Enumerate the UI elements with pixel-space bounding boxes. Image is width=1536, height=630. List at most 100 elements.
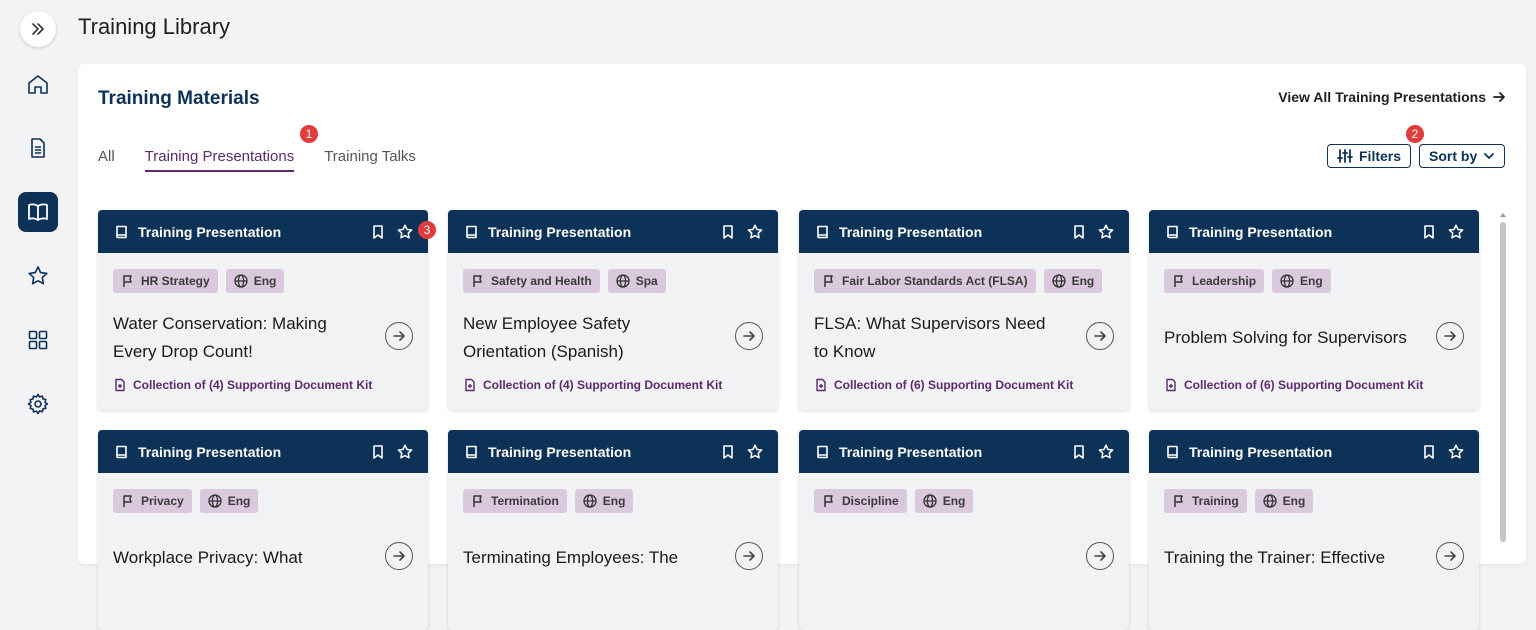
sidebar-item-favorites[interactable] [18, 256, 58, 296]
open-card-button[interactable] [1086, 322, 1114, 350]
file-plus-icon [463, 378, 477, 392]
open-card-button[interactable] [1436, 542, 1464, 570]
favorite-star-icon[interactable] [396, 443, 414, 461]
bookmark-icon[interactable] [1071, 444, 1087, 460]
card-title-text: Problem Solving for Supervisors [1164, 328, 1407, 347]
bookmark-icon[interactable] [720, 224, 736, 240]
card-type: Training Presentation [839, 223, 983, 240]
flag-icon [1172, 274, 1186, 288]
favorite-star-icon[interactable] [1447, 443, 1465, 461]
home-icon [28, 75, 48, 94]
language-tag: Eng [225, 269, 285, 293]
training-card[interactable]: Training Presentation HR Strategy Eng Water… [98, 210, 428, 410]
card-title[interactable]: FLSA: What Supervisors Need to Know [814, 310, 1064, 366]
tab-training-talks[interactable]: Training Talks [324, 148, 416, 172]
top-bar: Training Library [0, 0, 1536, 56]
card-header: Training Presentation [98, 210, 428, 253]
language-label: Eng [227, 494, 251, 508]
training-card[interactable]: Training Presentation Fair Labor Standard… [799, 210, 1129, 410]
training-card[interactable]: Training Presentation Privacy Eng Workplace… [98, 430, 428, 630]
favorite-star-icon[interactable] [396, 223, 414, 241]
card-title[interactable]: Problem Solving for Supervisors [1164, 310, 1414, 366]
card-tags: Training Eng [1164, 489, 1314, 513]
favorite-star-icon[interactable] [1097, 443, 1115, 461]
card-type: Training Presentation [1189, 223, 1333, 240]
language-label: Eng [1071, 274, 1095, 288]
arrow-right-icon [1443, 549, 1457, 563]
training-materials-panel: Training Materials View All Training Pre… [78, 64, 1526, 630]
card-title[interactable]: Terminating Employees: The [463, 530, 713, 586]
sidebar-item-library[interactable] [18, 192, 58, 232]
card-type: Training Presentation [138, 443, 282, 460]
card-title[interactable]: Training the Trainer: Effective [1164, 530, 1414, 586]
language-tag: Eng [1272, 269, 1331, 293]
kit-label: Collection of (4) Supporting Document Ki… [133, 378, 373, 392]
globe-icon [1051, 274, 1066, 288]
sort-by-label: Sort by [1429, 148, 1478, 164]
bookmark-icon[interactable] [370, 224, 386, 240]
tab-training-presentations[interactable]: Training Presentations [144, 148, 295, 172]
card-title[interactable] [814, 530, 1064, 586]
card-title[interactable]: Workplace Privacy: What [113, 530, 363, 586]
category-label: Fair Labor Standards Act (FLSA) [842, 274, 1028, 288]
favorite-star-icon[interactable] [1097, 223, 1115, 241]
supporting-kit-link[interactable]: Collection of (4) Supporting Document Ki… [113, 378, 372, 392]
expand-sidebar-button[interactable] [20, 11, 56, 47]
training-card[interactable]: Training Presentation Termination Eng Termi… [448, 430, 778, 630]
card-title[interactable]: Water Conservation: Making Every Drop Co… [113, 310, 363, 366]
scrollbar[interactable] [1500, 212, 1506, 546]
category-label: Discipline [842, 494, 899, 508]
card-tags: Privacy Eng [113, 489, 259, 513]
sort-by-button[interactable]: Sort by [1419, 144, 1506, 168]
sidebar-item-apps[interactable] [18, 320, 58, 360]
open-card-button[interactable] [735, 322, 763, 350]
view-all-label: View All Training Presentations [1278, 89, 1486, 105]
open-card-button[interactable] [385, 322, 413, 350]
section-title: Training Materials [98, 88, 260, 109]
arrow-right-icon [742, 329, 756, 343]
bookmark-icon[interactable] [1071, 224, 1087, 240]
training-card[interactable]: Training Presentation Safety and Health Sp… [448, 210, 778, 410]
open-card-button[interactable] [735, 542, 763, 570]
bookmark-icon[interactable] [370, 444, 386, 460]
bookmark-icon[interactable] [1421, 224, 1437, 240]
flag-icon [471, 274, 485, 288]
sidebar-item-documents[interactable] [18, 128, 58, 168]
category-label: HR Strategy [141, 274, 210, 288]
scrollbar-thumb[interactable] [1500, 222, 1506, 542]
training-card[interactable]: Training Presentation Leadership Eng Proble… [1149, 210, 1479, 410]
step-badge: 2 [1406, 125, 1424, 143]
flag-icon [121, 494, 135, 508]
bookmark-icon[interactable] [1421, 444, 1437, 460]
view-all-link[interactable]: View All Training Presentations [1278, 89, 1506, 105]
grid-icon [28, 330, 48, 350]
filters-label: Filters [1359, 148, 1402, 164]
language-tag: Eng [574, 489, 634, 513]
supporting-kit-link[interactable]: Collection of (4) Supporting Document Ki… [463, 378, 722, 392]
globe-icon [234, 274, 248, 288]
open-card-button[interactable] [1086, 542, 1114, 570]
card-header: Training Presentation [799, 210, 1129, 253]
book-icon [28, 203, 48, 221]
supporting-kit-link[interactable]: Collection of (6) Supporting Document Ki… [1164, 378, 1423, 392]
favorite-star-icon[interactable] [1447, 223, 1465, 241]
sidebar-item-settings[interactable] [18, 384, 58, 424]
book-icon [815, 444, 831, 460]
training-card[interactable]: Training Presentation Discipline Eng [799, 430, 1129, 630]
sidebar-item-home[interactable] [18, 64, 58, 104]
card-title-text: Workplace Privacy: What [113, 548, 303, 567]
supporting-kit-link[interactable]: Collection of (6) Supporting Document Ki… [814, 378, 1073, 392]
filters-button[interactable]: Filters [1327, 144, 1412, 168]
open-card-button[interactable] [1436, 322, 1464, 350]
favorite-star-icon[interactable] [746, 443, 764, 461]
arrow-right-icon [1493, 92, 1505, 102]
bookmark-icon[interactable] [720, 444, 736, 460]
favorite-star-icon[interactable] [746, 223, 764, 241]
open-card-button[interactable] [385, 542, 413, 570]
flag-icon [471, 494, 485, 508]
tab-all[interactable]: All [98, 148, 115, 172]
card-title[interactable]: New Employee Safety Orientation (Spanish… [463, 310, 713, 366]
card-tags: HR Strategy Eng [113, 269, 285, 293]
training-card[interactable]: Training Presentation Training Eng Training… [1149, 430, 1479, 630]
language-tag: Eng [1254, 489, 1314, 513]
